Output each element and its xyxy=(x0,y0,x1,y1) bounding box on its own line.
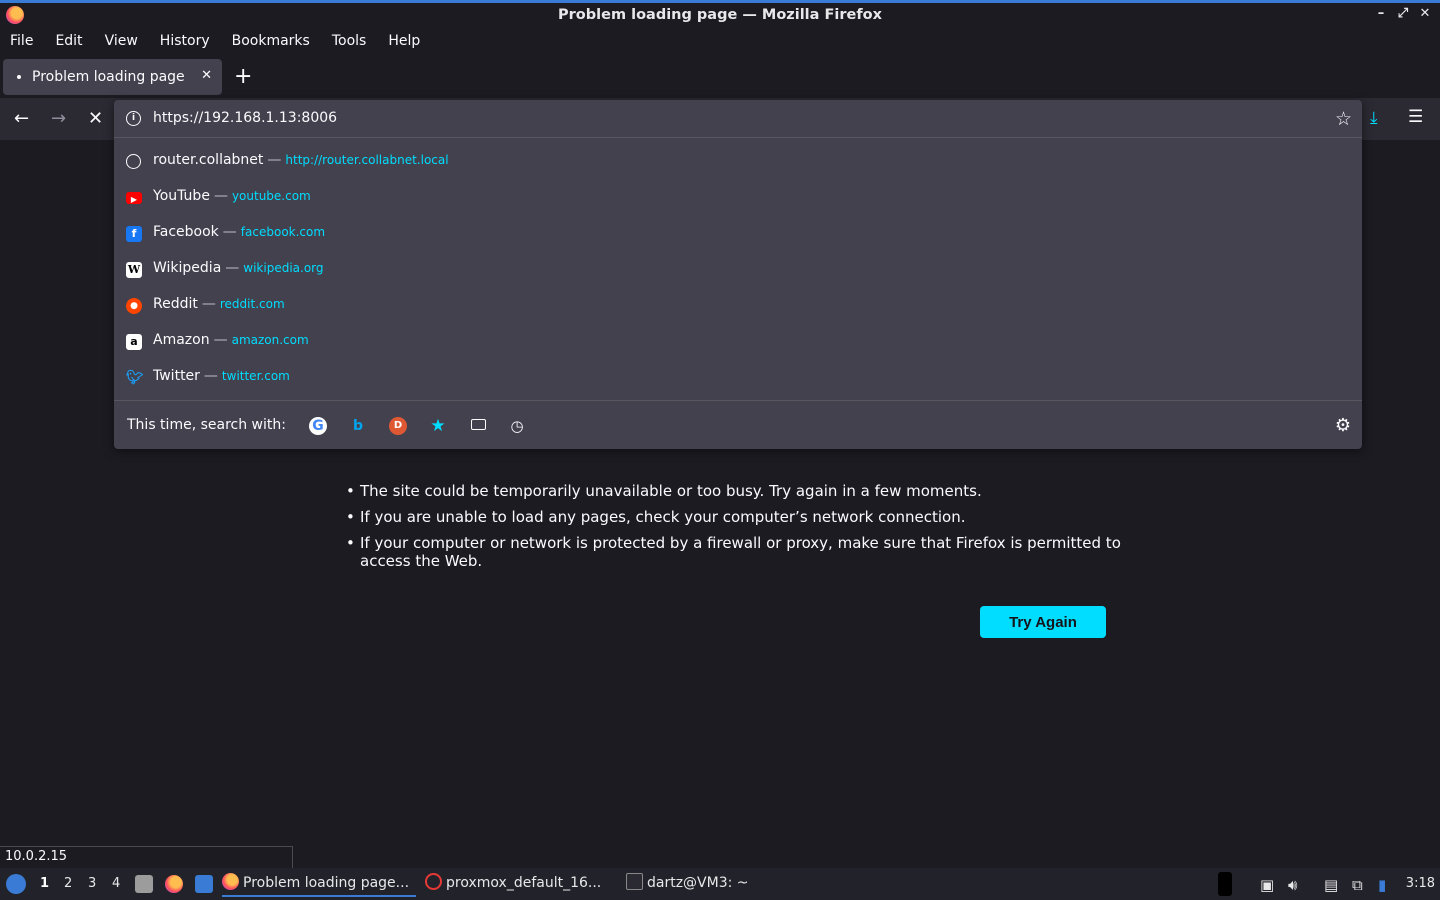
google-icon[interactable]: G xyxy=(309,417,327,435)
suggestion-url: wikipedia.org xyxy=(243,261,324,275)
suggestion-wikipedia[interactable]: W Wikipedia — wikipedia.org xyxy=(114,252,1362,288)
suggestion-router[interactable]: router.collabnet — http://router.collabnet… xyxy=(114,144,1362,180)
list-item: The site could be temporarily unavailabl… xyxy=(346,482,1126,500)
suggestion-url: reddit.com xyxy=(219,297,285,311)
network-icon[interactable]: ⧉ xyxy=(1352,876,1363,894)
firefox-icon xyxy=(222,873,239,890)
workspace-1[interactable]: 1 xyxy=(40,876,49,891)
tab-label: Problem loading page xyxy=(32,69,185,85)
wikipedia-icon: W xyxy=(126,262,142,278)
forward-button[interactable]: → xyxy=(51,108,66,129)
start-menu-icon[interactable] xyxy=(6,874,26,894)
maximize-icon[interactable]: ⤢ xyxy=(1396,6,1410,21)
suggestion-name: Amazon xyxy=(153,332,210,348)
list-item: If you are unable to load any pages, che… xyxy=(346,508,1126,526)
volume-icon[interactable]: 🔊︎ xyxy=(1288,876,1297,894)
suggestion-url: twitter.com xyxy=(221,369,290,383)
one-off-search-bar: This time, search with: G b D ★ ◷ ⚙ xyxy=(114,400,1362,449)
window-title: Problem loading page — Mozilla Firefox xyxy=(558,7,882,23)
back-button[interactable]: ← xyxy=(14,108,29,129)
suggestion-url: amazon.com xyxy=(231,333,309,347)
firefox-launcher-icon[interactable] xyxy=(165,875,183,893)
urlbar-dropdown: i https://192.168.1.13:8006 ☆ router.col… xyxy=(114,100,1362,449)
system-taskbar: 1 2 3 4 Problem loading page... proxmox_… xyxy=(0,868,1440,900)
suggestion-name: Wikipedia xyxy=(153,260,222,276)
suggestion-name: Reddit xyxy=(153,296,198,312)
task-label: dartz@VM3: ~ xyxy=(647,875,749,891)
stop-button[interactable]: ✕ xyxy=(88,108,103,129)
task-terminal[interactable]: dartz@VM3: ~ xyxy=(626,873,766,897)
menu-file[interactable]: File xyxy=(10,29,33,54)
workspace-2[interactable]: 2 xyxy=(64,876,72,891)
app-menu-icon[interactable]: ☰ xyxy=(1408,107,1423,127)
suggestion-facebook[interactable]: f Facebook — facebook.com xyxy=(114,216,1362,252)
twitter-icon: 🐦︎ xyxy=(126,370,144,386)
downloads-icon[interactable]: ⤓ xyxy=(1370,108,1378,128)
menu-tools[interactable]: Tools xyxy=(332,29,367,54)
list-item: If your computer or network is protected… xyxy=(346,534,1126,570)
tab-problem-loading[interactable]: Problem loading page ✕ xyxy=(3,59,222,95)
desktop-icon[interactable] xyxy=(195,875,213,893)
tray-updates-icon[interactable]: ▣ xyxy=(1260,876,1274,894)
reddit-icon: ● xyxy=(126,298,142,314)
search-with-label: This time, search with: xyxy=(127,417,286,433)
history-icon[interactable]: ◷ xyxy=(508,417,526,435)
site-info-icon[interactable]: i xyxy=(126,111,141,126)
tabs-icon[interactable] xyxy=(469,417,487,435)
tray-black-widget xyxy=(1218,872,1232,896)
suggestion-twitter[interactable]: 🐦︎ Twitter — twitter.com xyxy=(114,360,1362,396)
bookmarks-icon[interactable]: ★ xyxy=(429,417,447,435)
window-titlebar: Problem loading page — Mozilla Firefox –… xyxy=(0,0,1440,29)
menu-help[interactable]: Help xyxy=(388,29,420,54)
tab-close-icon[interactable]: ✕ xyxy=(201,68,212,83)
suggestion-url: youtube.com xyxy=(231,189,311,203)
urlbar[interactable]: i https://192.168.1.13:8006 ☆ xyxy=(114,100,1362,138)
globe-icon xyxy=(126,154,141,169)
menu-edit[interactable]: Edit xyxy=(55,29,82,54)
menu-view[interactable]: View xyxy=(105,29,138,54)
menu-bar: File Edit View History Bookmarks Tools H… xyxy=(0,29,1440,54)
suggestion-name: Facebook xyxy=(153,224,219,240)
suggestion-reddit[interactable]: ● Reddit — reddit.com xyxy=(114,288,1362,324)
menu-bookmarks[interactable]: Bookmarks xyxy=(232,29,310,54)
task-label: Problem loading page... xyxy=(243,875,410,891)
task-proxmox[interactable]: proxmox_default_16... xyxy=(425,873,615,897)
error-suggestions-list: The site could be temporarily unavailabl… xyxy=(346,482,1126,578)
clock: 3:18 xyxy=(1405,876,1435,891)
minimize-icon[interactable]: – xyxy=(1374,6,1388,21)
amazon-icon: a xyxy=(126,334,142,350)
task-label: proxmox_default_16... xyxy=(446,875,602,891)
facebook-icon: f xyxy=(126,226,142,242)
suggestion-name: router.collabnet xyxy=(153,152,264,168)
notification-icon[interactable]: ▮ xyxy=(1378,876,1386,894)
status-url-popup: 10.0.2.15 xyxy=(0,846,293,868)
new-tab-button[interactable]: + xyxy=(234,64,252,89)
clipboard-icon[interactable]: ▤ xyxy=(1324,876,1338,894)
proxmox-icon xyxy=(425,873,442,890)
bookmark-star-icon[interactable]: ☆ xyxy=(1335,108,1352,130)
search-settings-gear-icon[interactable]: ⚙ xyxy=(1335,415,1351,436)
suggestion-url: facebook.com xyxy=(240,225,326,239)
suggestion-amazon[interactable]: a Amazon — amazon.com xyxy=(114,324,1362,360)
try-again-button[interactable]: Try Again xyxy=(980,606,1106,638)
url-input[interactable]: https://192.168.1.13:8006 xyxy=(153,110,337,126)
workspace-4[interactable]: 4 xyxy=(112,876,120,891)
suggestion-youtube[interactable]: ▶ YouTube — youtube.com xyxy=(114,180,1362,216)
menu-history[interactable]: History xyxy=(160,29,210,54)
tab-loading-dot-icon xyxy=(17,75,21,79)
tab-bar: Problem loading page ✕ + xyxy=(0,56,1440,98)
workspace-3[interactable]: 3 xyxy=(88,876,96,891)
suggestion-url: http://router.collabnet.local xyxy=(285,153,449,167)
bing-icon[interactable]: b xyxy=(349,417,367,435)
terminal-icon xyxy=(626,873,643,890)
suggestion-name: Twitter xyxy=(153,368,200,384)
youtube-icon: ▶ xyxy=(126,192,142,204)
task-firefox[interactable]: Problem loading page... xyxy=(222,873,416,897)
close-window-icon[interactable]: ✕ xyxy=(1418,6,1432,21)
file-manager-icon[interactable] xyxy=(135,875,153,893)
suggestion-name: YouTube xyxy=(153,188,210,204)
duckduckgo-icon[interactable]: D xyxy=(389,417,407,435)
